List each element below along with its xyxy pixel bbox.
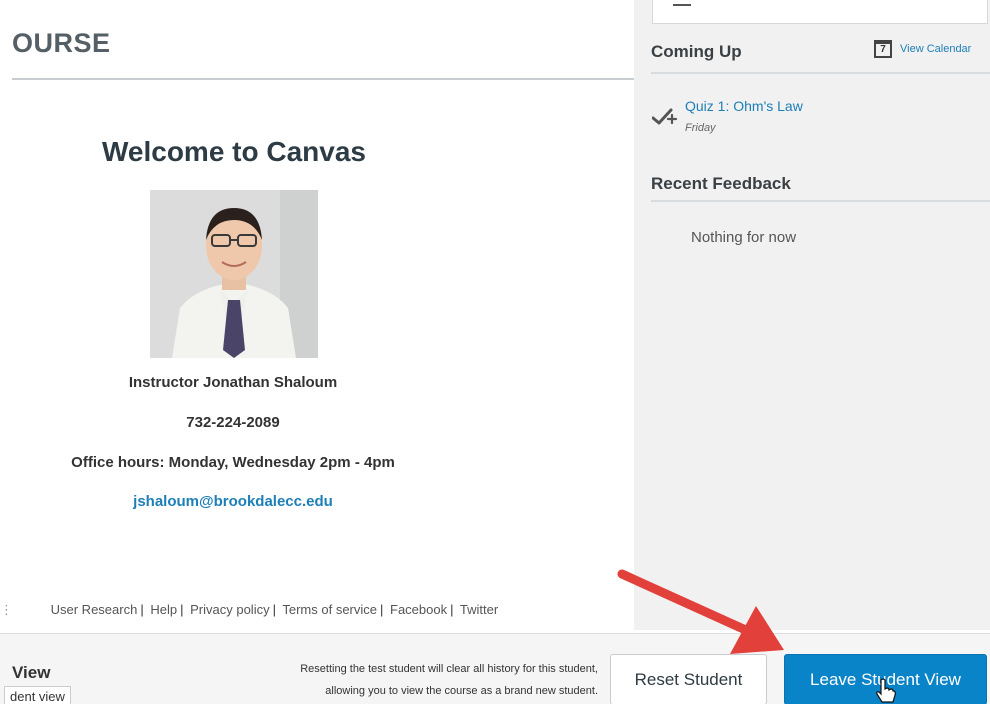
reset-description-line-1: Resetting the test student will clear al…: [300, 663, 598, 675]
welcome-heading: Welcome to Canvas: [101, 136, 367, 167]
instructor-phone: 732-224-2089: [186, 414, 280, 431]
footer-edge-mark: ⋮: [0, 602, 13, 617]
reset-student-button[interactable]: Reset Student: [610, 654, 767, 704]
course-home-content: OURSE Welcome to Canvas Instructor Jonat…: [12, 10, 634, 545]
todo-due-date: Friday: [685, 122, 716, 134]
calendar-icon: 7: [874, 40, 892, 58]
coming-up-heading: Coming Up: [651, 42, 742, 61]
footer-links: ⋮ User Research | Help | Privacy policy | T…: [0, 602, 499, 617]
reset-description-line-2: allowing you to view the course as a bra…: [325, 685, 598, 697]
student-view-title: View: [12, 663, 51, 682]
sidebar-box-icon: [673, 4, 691, 6]
recent-feedback-heading: Recent Feedback: [651, 174, 791, 193]
student-view-label: dent view: [4, 686, 71, 704]
footer-link-user-research[interactable]: User Research: [51, 602, 138, 617]
quiz-checkmark-icon: [652, 108, 678, 125]
instructor-email-link[interactable]: jshaloum@brookdalecc.edu: [12, 493, 454, 510]
view-calendar-label: View Calendar: [900, 43, 972, 55]
course-sidebar: Coming Up 7 View Calendar Quiz 1: Ohm's …: [634, 0, 990, 630]
footer-link-twitter[interactable]: Twitter: [460, 602, 498, 617]
footer-link-terms[interactable]: Terms of service: [282, 602, 377, 617]
instructor-name: Instructor Jonathan Shaloum: [128, 374, 338, 391]
recent-feedback-divider: [651, 200, 990, 202]
canvas-course-page: Coming Up 7 View Calendar Quiz 1: Ohm's …: [0, 0, 990, 704]
view-calendar-link[interactable]: 7 View Calendar: [874, 40, 971, 58]
coming-up-divider: [651, 72, 990, 74]
footer-link-help[interactable]: Help: [150, 602, 177, 617]
page-title: OURSE: [12, 28, 111, 58]
instructor-photo: [150, 190, 318, 358]
office-hours: Office hours: Monday, Wednesday 2pm - 4p…: [71, 454, 395, 471]
student-view-bar: View dent view Resetting the test studen…: [0, 633, 990, 704]
title-divider: [12, 78, 634, 80]
recent-feedback-empty: Nothing for now: [691, 229, 797, 246]
sidebar-top-box[interactable]: [652, 0, 988, 24]
todo-title-link[interactable]: Quiz 1: Ohm's Law: [685, 98, 803, 114]
reset-description: Resetting the test student will clear al…: [210, 658, 598, 702]
hand-pointer-icon: [876, 678, 896, 703]
footer-link-privacy[interactable]: Privacy policy: [190, 602, 269, 617]
footer-link-facebook[interactable]: Facebook: [390, 602, 447, 617]
